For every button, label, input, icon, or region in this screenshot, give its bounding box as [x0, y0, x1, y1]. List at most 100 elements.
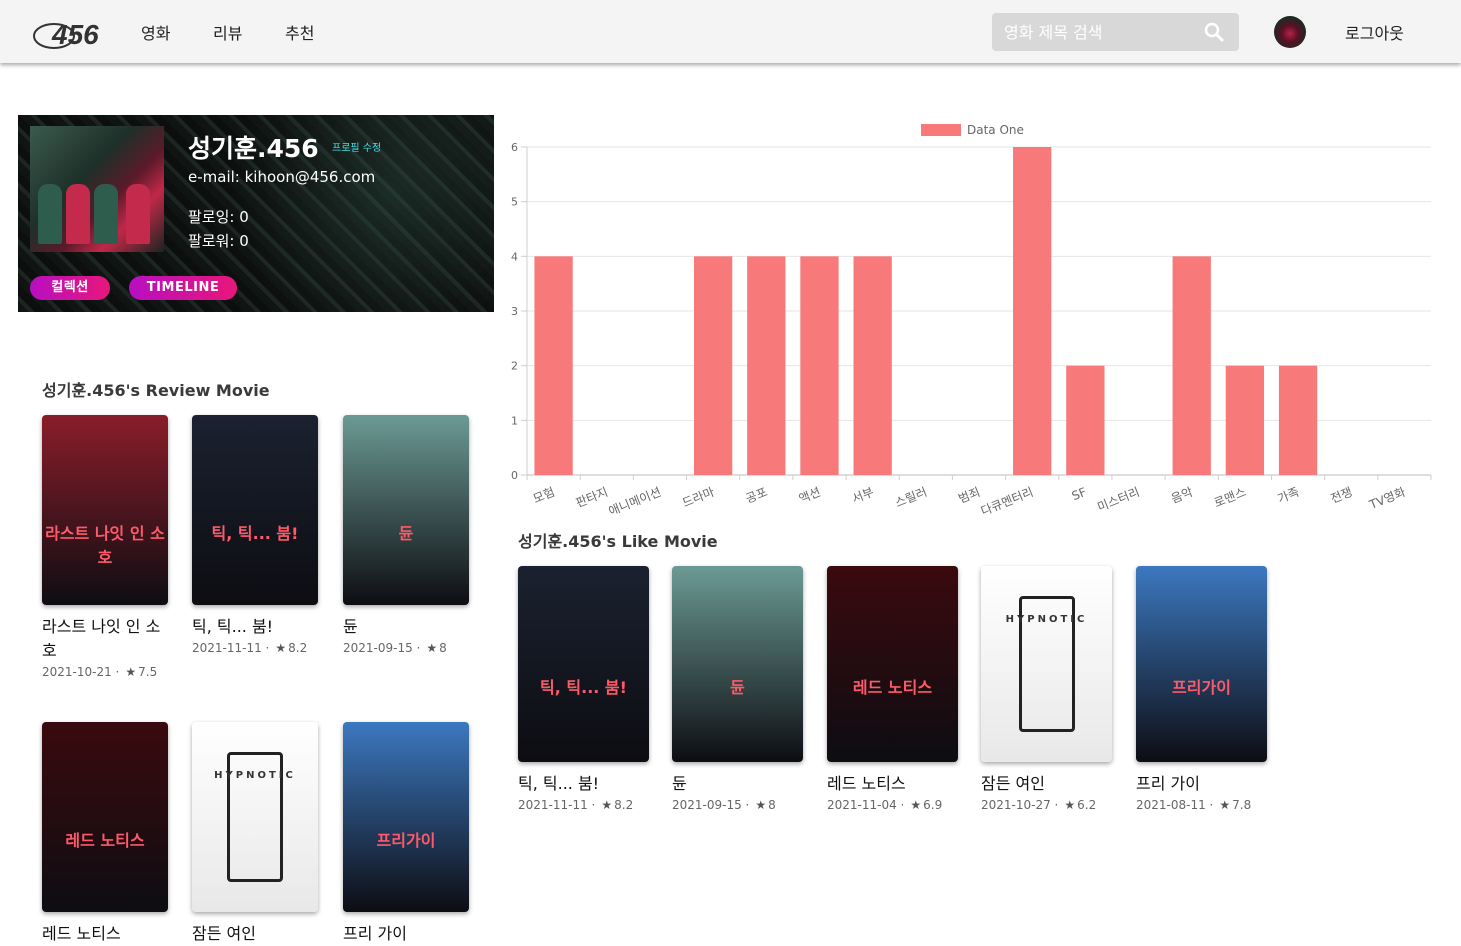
movie-title[interactable]: 레드 노티스: [827, 772, 958, 796]
collection-button[interactable]: 컬렉션: [30, 276, 110, 300]
movie-title[interactable]: 듄: [672, 772, 803, 796]
movie-card[interactable]: 듄 듄 2021-09-15 · ★ 8: [343, 415, 469, 655]
profile-edit-link[interactable]: 프로필 수정: [332, 139, 381, 154]
movie-release-date: 2021-11-11 ·: [192, 641, 270, 655]
profile-following-count[interactable]: 팔로잉: 0: [188, 206, 249, 227]
x-tick-label: 판타지: [574, 485, 610, 510]
movie-title[interactable]: 프리 가이: [1136, 772, 1267, 796]
y-tick-label: 1: [511, 414, 518, 427]
star-icon: ★: [910, 798, 922, 812]
y-tick-label: 2: [511, 360, 518, 373]
movie-release-date: 2021-11-11 ·: [518, 798, 596, 812]
movie-release-date: 2021-09-15 ·: [672, 798, 750, 812]
x-tick-label: 스릴러: [893, 485, 929, 510]
movie-card[interactable]: HYPNOTIC 잠든 여인 2021-10-27 · ★ 6.2: [981, 566, 1112, 812]
poster-title-art: HYPNOTIC: [1005, 614, 1088, 625]
movie-card[interactable]: 프리가이프리 가이: [343, 722, 469, 946]
bar-모험[interactable]: [534, 256, 573, 475]
x-tick-label: TV영화: [1366, 485, 1407, 512]
bar-가족[interactable]: [1278, 365, 1318, 475]
search-input[interactable]: [992, 13, 1197, 51]
x-tick-label: 애니메이션: [607, 485, 663, 518]
movie-poster[interactable]: 틱, 틱... 붐!: [518, 566, 649, 762]
movie-release-date: 2021-09-15 ·: [343, 641, 421, 655]
nav-recommend[interactable]: 추천: [285, 20, 314, 44]
profile-banner: 성기훈.456 프로필 수정 e-mail: kihoon@456.com 팔로…: [18, 115, 494, 312]
movie-meta: 2021-11-04 · ★ 6.9: [827, 798, 958, 812]
movie-card[interactable]: 레드 노티스 레드 노티스: [42, 722, 168, 946]
movie-release-date: 2021-10-21 ·: [42, 665, 120, 679]
poster-title-art: 틱, 틱... 붐!: [211, 524, 299, 543]
y-tick-label: 3: [511, 305, 518, 318]
site-logo[interactable]: 456: [32, 10, 124, 52]
bar-공포[interactable]: [747, 256, 786, 475]
timeline-button[interactable]: TIMELINE: [129, 276, 237, 300]
x-tick-label: 가족: [1275, 485, 1301, 506]
movie-card[interactable]: HYPNOTIC 잠든 여인: [192, 722, 318, 946]
star-icon: ★: [426, 641, 438, 655]
movie-card[interactable]: 틱, 틱... 붐! 틱, 틱... 붐! 2021-11-11 · ★ 8.2: [192, 415, 318, 655]
movie-title[interactable]: 잠든 여인: [981, 772, 1112, 796]
movie-title[interactable]: 틱, 틱... 붐!: [192, 615, 318, 639]
legend-swatch[interactable]: [921, 124, 961, 136]
profile-image: [30, 126, 164, 252]
nav-reviews[interactable]: 리뷰: [213, 20, 242, 44]
movie-poster[interactable]: 듄: [672, 566, 803, 762]
profile-name: 성기훈.456: [188, 134, 319, 163]
genre-bar-chart: Data One 0 1 2 3 4 5 6 모험 판타지애니메이션 드라마 공포 액션 서부 스릴러 범죄다…: [511, 123, 1432, 518]
search-box: [992, 13, 1239, 51]
bar-액션[interactable]: [800, 256, 839, 475]
movie-poster[interactable]: HYPNOTIC: [981, 566, 1112, 762]
search-icon[interactable]: [1203, 21, 1225, 43]
bar-다큐멘터리[interactable]: [1013, 147, 1052, 475]
nav-movies[interactable]: 영화: [141, 20, 170, 44]
star-icon: ★: [1219, 798, 1231, 812]
movie-title[interactable]: 틱, 틱... 붐!: [518, 772, 649, 796]
movie-rating: 8.2: [614, 798, 634, 812]
bar-드라마[interactable]: [693, 256, 733, 475]
poster-title-art: 라스트 나잇 인 소호: [45, 524, 165, 567]
movie-release-date: 2021-10-27 ·: [981, 798, 1059, 812]
movie-card[interactable]: 프리가이 프리 가이 2021-08-11 · ★ 7.8: [1136, 566, 1267, 812]
bar-서부[interactable]: [853, 256, 892, 475]
movie-poster[interactable]: 레드 노티스: [42, 722, 168, 912]
movie-poster[interactable]: 듄: [343, 415, 469, 605]
movie-title[interactable]: 듄: [343, 615, 469, 639]
movie-release-date: 2021-11-04 ·: [827, 798, 905, 812]
x-tick-label: 로맨스: [1212, 485, 1248, 510]
movie-rating: 7.5: [138, 665, 158, 679]
bar-음악[interactable]: [1172, 256, 1211, 475]
movie-rating: 8: [439, 641, 447, 655]
movie-rating: 6.9: [923, 798, 943, 812]
movie-poster[interactable]: 프리가이: [343, 722, 469, 912]
profile-followers-count[interactable]: 팔로워: 0: [188, 230, 249, 251]
movie-card[interactable]: 틱, 틱... 붐! 틱, 틱... 붐! 2021-11-11 · ★ 8.2: [518, 566, 649, 812]
logo-text: 456: [51, 19, 99, 50]
x-tick-label: 서부: [850, 485, 876, 506]
x-tick-label: 범죄: [956, 485, 982, 506]
x-tick-label: SF: [1070, 485, 1089, 503]
x-tick-label: 미스터리: [1095, 485, 1141, 515]
bar-SF[interactable]: [1066, 365, 1105, 475]
legend-label[interactable]: Data One: [967, 123, 1024, 137]
poster-title-art: 레드 노티스: [852, 678, 933, 697]
movie-title[interactable]: 잠든 여인: [192, 922, 318, 946]
user-avatar[interactable]: [1274, 16, 1306, 48]
movie-card[interactable]: 듄 듄 2021-09-15 · ★ 8: [672, 566, 803, 812]
movie-poster[interactable]: 레드 노티스: [827, 566, 958, 762]
movie-poster[interactable]: 틱, 틱... 붐!: [192, 415, 318, 605]
star-icon: ★: [601, 798, 613, 812]
movie-title[interactable]: 라스트 나잇 인 소호: [42, 615, 168, 663]
movie-card[interactable]: 라스트 나잇 인 소호 라스트 나잇 인 소호 2021-10-21 · ★ 7.5: [42, 415, 168, 679]
movie-poster[interactable]: HYPNOTIC: [192, 722, 318, 912]
x-tick-label: 다큐멘터리: [979, 485, 1035, 518]
movie-title[interactable]: 레드 노티스: [42, 922, 168, 946]
movie-poster[interactable]: 프리가이: [1136, 566, 1267, 762]
movie-title[interactable]: 프리 가이: [343, 922, 469, 946]
x-tick-label: 드라마: [680, 485, 716, 510]
logout-button[interactable]: 로그아웃: [1345, 20, 1404, 44]
bar-로맨스[interactable]: [1225, 365, 1265, 475]
movie-card[interactable]: 레드 노티스 레드 노티스 2021-11-04 · ★ 6.9: [827, 566, 958, 812]
movie-poster[interactable]: 라스트 나잇 인 소호: [42, 415, 168, 605]
movie-meta: 2021-09-15 · ★ 8: [672, 798, 803, 812]
